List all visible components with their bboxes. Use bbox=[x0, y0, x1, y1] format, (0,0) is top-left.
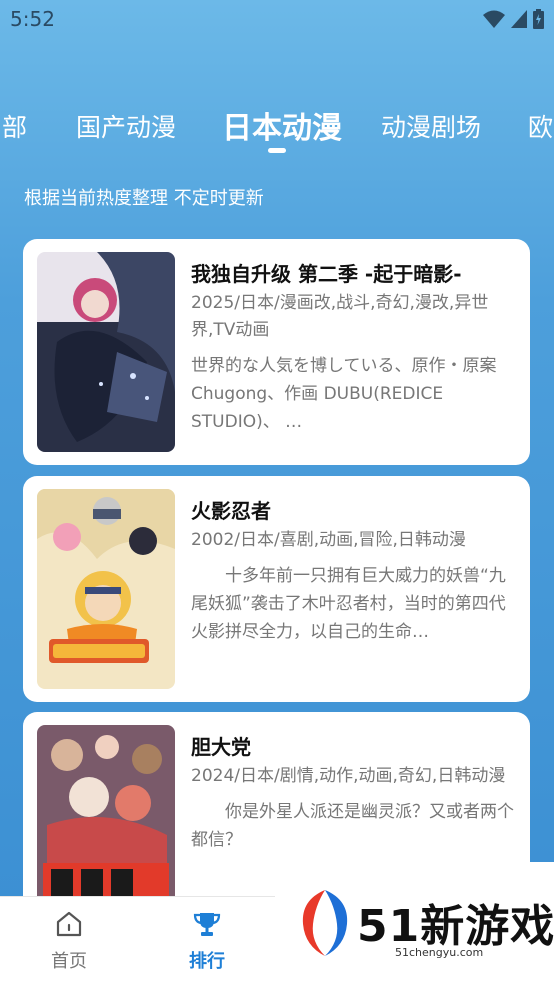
status-icons bbox=[483, 9, 544, 29]
nav-home[interactable]: 首页 bbox=[29, 909, 109, 973]
battery-icon bbox=[533, 9, 544, 29]
tab-anime-theater[interactable]: 动漫剧场 bbox=[381, 108, 481, 144]
home-icon bbox=[56, 911, 82, 937]
watermark-url: 51chengyu.com bbox=[395, 946, 484, 959]
anime-cover-image bbox=[37, 489, 175, 689]
anime-title: 火影忍者 bbox=[191, 499, 271, 523]
nav-ranking[interactable]: 排行 bbox=[167, 909, 247, 973]
anime-description: 你是外星人派还是幽灵派？又或者两个都信？ bbox=[191, 802, 514, 850]
anime-cover-image bbox=[37, 725, 175, 925]
wifi-icon bbox=[483, 10, 505, 28]
anime-info: 我独自升级 第二季 -起于暗影- 2025/日本/漫画改,战斗,奇幻,漫改,异世… bbox=[191, 259, 517, 436]
anime-description: 十多年前一只拥有巨大威力的妖兽“九尾妖狐”袭击了木叶忍者村，当时的第四代火影拼尽… bbox=[191, 566, 506, 642]
tab-japanese-anime[interactable]: 日本动漫 bbox=[222, 103, 342, 147]
anime-info: 胆大党 2024/日本/剧情,动作,动画,奇幻,日韩动漫 你是外星人派还是幽灵派… bbox=[191, 732, 517, 854]
anime-cover-image bbox=[37, 252, 175, 452]
nav-ranking-label: 排行 bbox=[189, 951, 225, 972]
watermark-logo-icon bbox=[302, 890, 348, 956]
anime-card[interactable]: 我独自升级 第二季 -起于暗影- 2025/日本/漫画改,战斗,奇幻,漫改,异世… bbox=[23, 239, 530, 465]
anime-info: 火影忍者 2002/日本/喜剧,动画,冒险,日韩动漫 十多年前一只拥有巨大威力的… bbox=[191, 496, 517, 646]
tab-all[interactable]: 部 bbox=[2, 108, 27, 144]
status-time: 5:52 bbox=[10, 7, 55, 31]
tab-domestic-anime[interactable]: 国产动漫 bbox=[76, 108, 176, 144]
anime-description: 世界的な人気を博している、原作・原案 Chugong、作画 DUBU(REDIC… bbox=[191, 356, 497, 432]
anime-meta: 2002/日本/喜剧,动画,冒险,日韩动漫 bbox=[191, 530, 466, 550]
nav-home-label: 首页 bbox=[51, 951, 87, 972]
anime-title: 我独自升级 第二季 -起于暗影- bbox=[191, 262, 462, 286]
trophy-icon bbox=[193, 913, 221, 936]
anime-card[interactable]: 火影忍者 2002/日本/喜剧,动画,冒险,日韩动漫 十多年前一只拥有巨大威力的… bbox=[23, 476, 530, 702]
anime-title: 胆大党 bbox=[191, 735, 251, 759]
anime-meta: 2024/日本/剧情,动作,动画,奇幻,日韩动漫 bbox=[191, 766, 506, 786]
tab-western-anime[interactable]: 欧 bbox=[528, 108, 553, 144]
anime-meta: 2025/日本/漫画改,战斗,奇幻,漫改,异世界,TV动画 bbox=[191, 293, 489, 340]
watermark-text: 51新游戏 bbox=[357, 901, 554, 952]
ranking-subtitle: 根据当前热度整理 不定时更新 bbox=[24, 188, 264, 209]
tab-indicator bbox=[268, 148, 286, 153]
status-bar: 5:52 bbox=[0, 0, 554, 38]
signal-icon bbox=[511, 10, 527, 28]
category-tabs: 部 国产动漫 日本动漫 动漫剧场 欧 bbox=[0, 100, 554, 150]
site-watermark: 51新游戏 51chengyu.com bbox=[275, 862, 554, 984]
